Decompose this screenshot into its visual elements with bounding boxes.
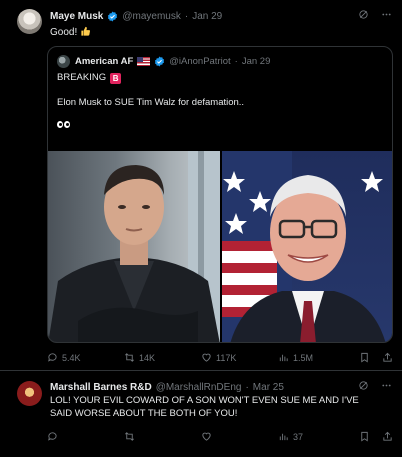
tweet-tools (358, 9, 392, 20)
views-button[interactable]: 1.5M (278, 352, 355, 363)
more-options-icon[interactable] (381, 380, 392, 391)
quote-avatar[interactable] (57, 55, 70, 68)
verified-badge-icon (108, 11, 118, 22)
us-flag-icon (137, 57, 151, 66)
quote-author-handle[interactable]: @iAnonPatriot (169, 56, 230, 67)
like-count: 117K (216, 352, 237, 363)
tweet-header: Marshall Barnes R&D @MarshallRnDEng · Ma… (50, 382, 284, 393)
portrait-illustration (48, 151, 220, 342)
tweet-text: LOL! YOUR EVIL COWARD OF A SON WON'T EVE… (50, 395, 359, 419)
quote-text: BREAKING B Elon Musk to SUE Tim Walz for… (57, 72, 244, 128)
tweet-actions: 37 (47, 431, 393, 442)
like-button[interactable]: 117K (201, 352, 278, 363)
tweet-marshall-barnes[interactable]: Marshall Barnes R&D @MarshallRnDEng · Ma… (0, 371, 402, 457)
author-name[interactable]: Maye Musk (50, 11, 103, 22)
secondary-actions (359, 352, 393, 363)
tweet-header: Maye Musk @mayemusk · Jan 29 (50, 11, 222, 22)
b-button-emoji-icon: B (110, 72, 122, 84)
share-icon[interactable] (382, 352, 393, 363)
tweet-maye-musk[interactable]: Maye Musk @mayemusk · Jan 29 Good! Ameri… (0, 0, 402, 371)
reply-button[interactable]: 5.4K (47, 352, 124, 363)
repost-button[interactable]: 14K (124, 352, 201, 363)
repost-button[interactable] (124, 431, 201, 442)
reply-button[interactable] (47, 431, 124, 442)
bookmark-icon[interactable] (359, 352, 370, 363)
tweet-text-content: Good! (50, 27, 78, 38)
separator: · (245, 382, 249, 393)
repost-icon (125, 353, 134, 362)
tweet-tools (358, 380, 392, 391)
quote-headline: Elon Musk to SUE Tim Walz for defamation… (57, 96, 245, 108)
quote-timestamp[interactable]: Jan 29 (242, 56, 271, 67)
timestamp[interactable]: Jan 29 (192, 11, 222, 22)
avatar[interactable] (17, 381, 42, 406)
repost-count: 14K (139, 352, 156, 363)
grok-icon[interactable] (358, 9, 369, 20)
secondary-actions (359, 431, 393, 442)
like-button[interactable] (201, 431, 278, 442)
timestamp[interactable]: Mar 25 (253, 382, 284, 393)
view-count: 37 (293, 431, 304, 442)
more-options-icon[interactable] (381, 9, 392, 20)
separator: · (184, 11, 189, 22)
grok-icon[interactable] (358, 380, 369, 391)
reply-icon (48, 353, 57, 362)
separator: · (234, 56, 238, 67)
avatar[interactable] (17, 9, 42, 34)
views-chart-icon (279, 354, 288, 362)
repost-icon (125, 432, 134, 441)
author-handle[interactable]: @mayemusk (122, 11, 181, 22)
heart-icon (202, 353, 211, 362)
share-icon[interactable] (382, 431, 393, 442)
tweet-text: Good! (50, 26, 91, 39)
verified-badge-icon (155, 56, 165, 67)
bookmark-icon[interactable] (359, 431, 370, 442)
views-button[interactable]: 37 (278, 431, 355, 442)
quote-header: American AF @iAnonPatriot · Jan 29 (75, 56, 270, 67)
view-count: 1.5M (293, 352, 314, 363)
photo-tim-walz[interactable] (222, 151, 392, 342)
eyes-emoji-icon (57, 121, 244, 128)
thumbs-up-emoji-icon (81, 26, 91, 36)
reply-icon (48, 432, 57, 441)
portrait-illustration (222, 151, 386, 342)
tweet-actions: 5.4K 14K 117K 1.5M (47, 352, 393, 363)
author-handle[interactable]: @MarshallRnDEng (156, 382, 242, 393)
reply-count: 5.4K (62, 352, 81, 363)
breaking-label: BREAKING (57, 72, 107, 83)
views-chart-icon (279, 433, 288, 441)
quote-line-breaking: BREAKING B (57, 72, 244, 85)
photo-elon-musk[interactable] (48, 151, 220, 342)
quote-author-name[interactable]: American AF (75, 56, 133, 67)
heart-icon (202, 432, 211, 441)
quoted-tweet[interactable]: American AF @iAnonPatriot · Jan 29 BREAK… (47, 46, 393, 343)
author-name[interactable]: Marshall Barnes R&D (50, 382, 152, 393)
